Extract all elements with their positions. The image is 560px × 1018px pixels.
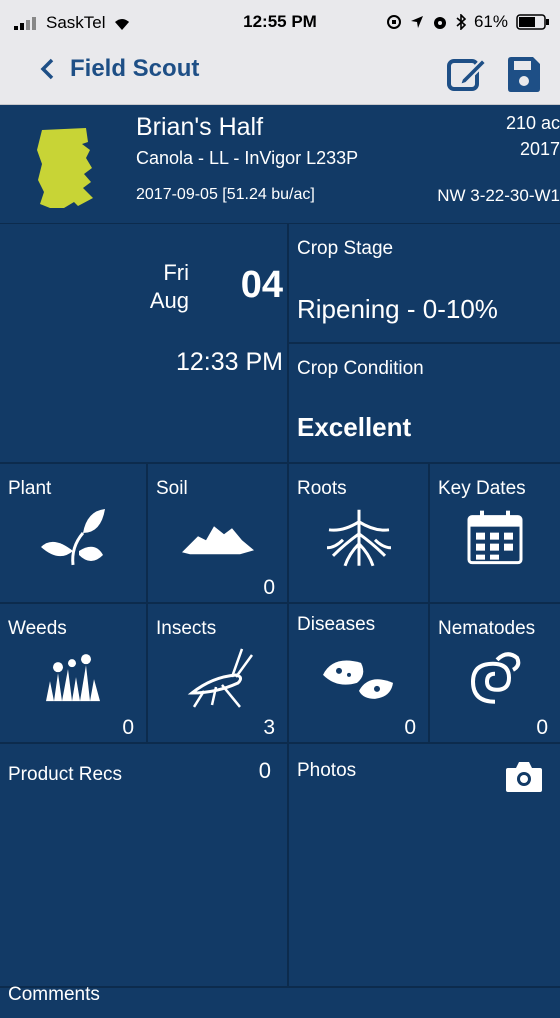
field-summary[interactable]: Brian's Half Canola - LL - InVigor L233P… <box>0 105 560 226</box>
edit-icon[interactable] <box>446 54 488 94</box>
nematodes-count: 0 <box>536 716 548 739</box>
scout-time: 12:33 PM <box>175 348 283 376</box>
field-name: Brian's Half <box>136 113 264 141</box>
back-label: Field Scout <box>70 55 200 82</box>
crop-stage-tile[interactable]: Crop Stage Ripening - 0-10% <box>289 224 560 344</box>
product-recs-count: 0 <box>258 758 271 783</box>
location-icon <box>410 16 423 28</box>
scout-weekday: Fri <box>163 260 189 285</box>
crop-condition-value: Excellent <box>297 412 412 442</box>
nematodes-tile[interactable]: Nematodes 0 <box>430 604 560 744</box>
key-dates-tile[interactable]: Key Dates <box>430 464 560 604</box>
disease-icon <box>322 660 393 699</box>
nematode-icon <box>470 652 521 704</box>
orientation-lock-icon <box>386 15 401 29</box>
diseases-count: 0 <box>404 716 416 739</box>
status-right: 61% <box>386 12 550 32</box>
field-legal-location: NW 3-22-30-W1 <box>437 186 560 205</box>
comments-label: Comments <box>8 984 100 1005</box>
field-crop: Canola - LL - InVigor L233P <box>136 148 359 168</box>
soil-tile[interactable]: Soil 0 <box>148 464 289 604</box>
calendar-icon <box>467 510 523 565</box>
roots-icon <box>326 509 391 567</box>
field-boundary-shape <box>37 128 93 208</box>
photos-tile[interactable]: Photos <box>289 744 560 988</box>
alarm-icon <box>433 17 446 29</box>
camera-icon[interactable] <box>504 760 544 794</box>
crop-condition-label: Crop Condition <box>297 358 424 379</box>
insects-tile[interactable]: Insects 3 <box>148 604 289 744</box>
battery-icon <box>516 14 549 30</box>
save-icon[interactable] <box>506 54 542 94</box>
scout-date-tile[interactable]: Fri Aug 04 12:33 PM <box>0 224 289 464</box>
bluetooth-icon <box>456 14 466 30</box>
key-dates-label: Key Dates <box>438 478 526 499</box>
weeds-count: 0 <box>122 716 134 739</box>
soil-label: Soil <box>156 478 188 499</box>
diseases-tile[interactable]: Diseases 0 <box>289 604 430 744</box>
status-bar: SaskTel 12:55 PM 61% <box>0 0 560 46</box>
battery-percent: 61% <box>473 12 508 31</box>
insect-icon <box>187 648 253 708</box>
roots-tile[interactable]: Roots <box>289 464 430 604</box>
back-button[interactable]: Field Scout <box>40 55 199 83</box>
product-recs-label: Product Recs <box>8 764 123 785</box>
scout-month: Aug <box>149 288 189 313</box>
crop-stage-label: Crop Stage <box>297 238 394 259</box>
nematodes-label: Nematodes <box>438 618 536 639</box>
field-acres: 210 ac <box>505 113 560 133</box>
insects-count: 3 <box>263 716 275 739</box>
crop-stage-value: Ripening - 0-10% <box>297 294 498 324</box>
roots-label: Roots <box>297 478 347 499</box>
diseases-label: Diseases <box>297 614 376 635</box>
plant-tile[interactable]: Plant <box>0 464 148 604</box>
soil-icon <box>181 526 254 555</box>
scout-day: 04 <box>240 264 283 306</box>
soil-count: 0 <box>263 576 275 599</box>
nav-actions <box>446 54 542 94</box>
field-harvest: 2017-09-05 [51.24 bu/ac] <box>136 186 315 203</box>
weeds-icon <box>46 654 100 702</box>
insects-label: Insects <box>156 618 217 639</box>
comments-tile[interactable]: Comments <box>0 984 560 1018</box>
photos-label: Photos <box>297 760 357 781</box>
nav-bar: Field Scout <box>0 46 560 105</box>
chevron-left-icon <box>40 58 54 80</box>
plant-label: Plant <box>8 478 52 499</box>
plant-icon <box>41 508 105 566</box>
field-year: 2017 <box>519 139 560 159</box>
crop-condition-tile[interactable]: Crop Condition Excellent <box>289 344 560 464</box>
product-recs-tile[interactable]: Product Recs 0 <box>0 744 289 988</box>
weeds-tile[interactable]: Weeds 0 <box>0 604 148 744</box>
scout-grid: Fri Aug 04 12:33 PM Crop Stage Ripening … <box>0 224 560 1018</box>
weeds-label: Weeds <box>8 618 67 639</box>
